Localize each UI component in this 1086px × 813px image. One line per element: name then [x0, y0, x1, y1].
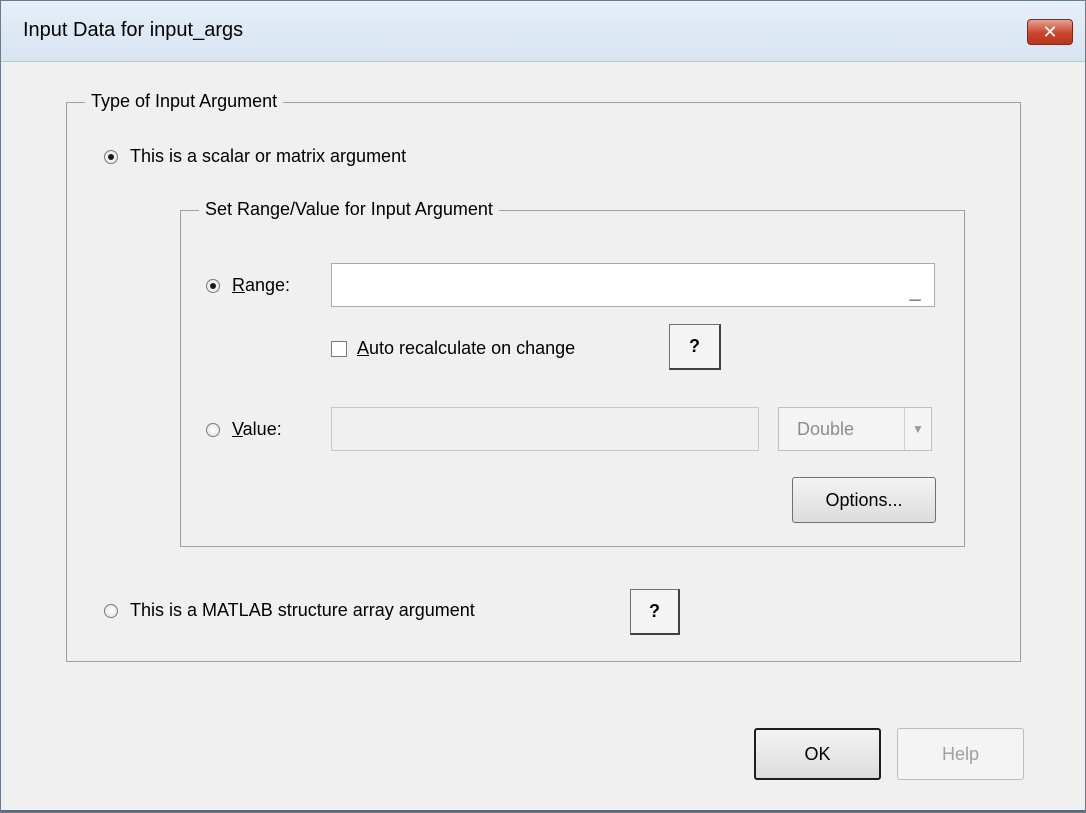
value-option[interactable]: Value:	[206, 419, 282, 440]
structure-array-help-button[interactable]: ?	[630, 589, 680, 635]
range-radio[interactable]	[206, 278, 220, 293]
help-button[interactable]: Help	[897, 728, 1024, 780]
title-bar[interactable]: Input Data for input_args ✕	[1, 1, 1085, 62]
type-of-input-group: Type of Input Argument This is a scalar …	[66, 91, 1021, 662]
auto-recalculate-help-button[interactable]: ?	[669, 324, 721, 370]
dialog-client-area: Type of Input Argument This is a scalar …	[9, 62, 1077, 804]
structure-array-label: This is a MATLAB structure array argumen…	[130, 600, 475, 620]
close-button[interactable]: ✕	[1027, 19, 1073, 45]
type-of-input-legend: Type of Input Argument	[85, 91, 284, 112]
value-label: Value:	[232, 419, 282, 439]
range-value-group: Set Range/Value for Input Argument Range…	[180, 199, 965, 547]
close-icon: ✕	[1042, 21, 1058, 42]
auto-recalculate-option[interactable]: Auto recalculate on change	[331, 338, 575, 359]
scalar-matrix-radio[interactable]	[104, 149, 118, 164]
auto-recalculate-checkbox[interactable]	[331, 340, 347, 357]
auto-recalculate-label: Auto recalculate on change	[357, 338, 576, 358]
chevron-down-icon: ▼	[904, 408, 931, 450]
scalar-matrix-label: This is a scalar or matrix argument	[130, 146, 407, 166]
range-input[interactable]: _	[331, 263, 935, 307]
window-title: Input Data for input_args	[23, 19, 244, 41]
range-option[interactable]: Range:	[206, 275, 290, 296]
scalar-matrix-option[interactable]: This is a scalar or matrix argument	[104, 146, 406, 167]
value-input[interactable]	[331, 407, 759, 451]
value-type-select[interactable]: Double ▼	[778, 407, 932, 451]
range-select-button[interactable]: _	[900, 272, 930, 302]
dialog-window: Input Data for input_args ✕ Type of Inpu…	[0, 0, 1086, 813]
value-type-selected: Double	[797, 418, 855, 439]
window-bottom-edge	[1, 810, 1085, 812]
range-value-legend: Set Range/Value for Input Argument	[199, 199, 499, 220]
ok-button[interactable]: OK	[754, 728, 881, 780]
structure-array-radio[interactable]	[104, 603, 118, 618]
value-radio[interactable]	[206, 422, 220, 437]
options-button[interactable]: Options...	[792, 477, 936, 523]
range-label: Range:	[232, 275, 291, 295]
structure-array-option[interactable]: This is a MATLAB structure array argumen…	[104, 600, 475, 621]
